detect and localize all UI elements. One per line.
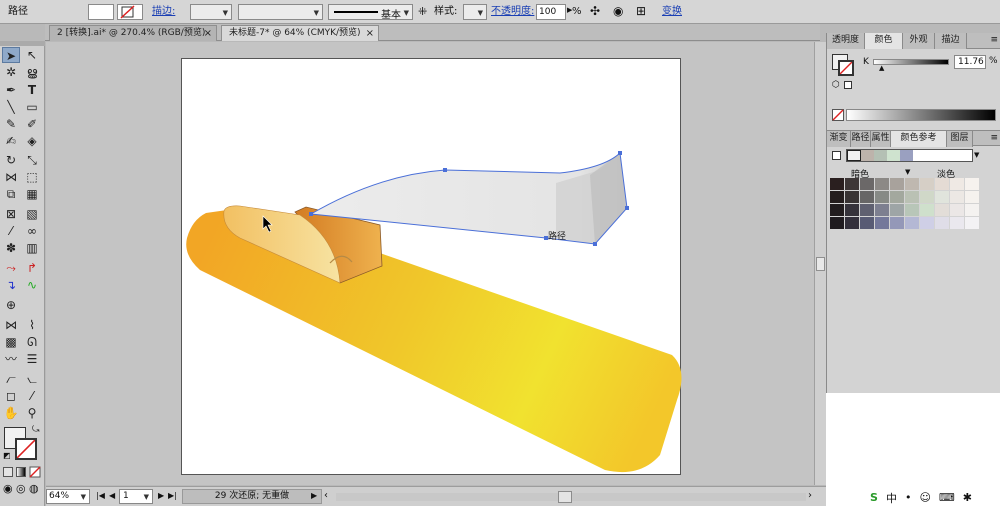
- chevron-down-icon: ▼: [80, 493, 86, 501]
- color-swatch[interactable]: [890, 204, 904, 216]
- k-value-input[interactable]: 11.76: [954, 55, 986, 69]
- color-swatch[interactable]: [950, 204, 964, 216]
- color-swatch[interactable]: [965, 178, 979, 190]
- ime-logo-icon[interactable]: S: [870, 491, 878, 504]
- color-swatch[interactable]: [965, 217, 979, 229]
- panel-menu-icon[interactable]: ≡: [990, 133, 998, 143]
- color-swatch[interactable]: [845, 204, 859, 216]
- color-swatch[interactable]: [875, 204, 889, 216]
- color-guide-swatch-grid: [830, 178, 980, 234]
- guide-panel-tabs: 渐变 路径 属性 颜色参考 图层 ≡: [827, 130, 1000, 147]
- scroll-thumb[interactable]: [816, 257, 825, 271]
- color-swatch[interactable]: [875, 191, 889, 203]
- vertical-scrollbar[interactable]: [814, 42, 826, 485]
- color-swatch[interactable]: [875, 217, 889, 229]
- tab-gradient[interactable]: 渐变: [827, 131, 851, 147]
- zoom-dropdown[interactable]: 64% ▼: [46, 489, 90, 504]
- color-swatch[interactable]: [845, 178, 859, 190]
- chevron-down-icon: ▼: [143, 493, 149, 501]
- first-artboard-icon[interactable]: |◀: [96, 491, 105, 500]
- tab-pathfinder[interactable]: 路径: [851, 131, 871, 147]
- artboard-number: 1: [123, 491, 129, 501]
- harmony-color-strip[interactable]: [846, 149, 973, 162]
- out-of-gamut-icon[interactable]: ⬡: [832, 80, 840, 90]
- color-spectrum-bar[interactable]: [846, 109, 996, 121]
- ime-toolbar[interactable]: S 中 • ☺ ⌨ ✱: [870, 489, 1000, 506]
- color-swatch[interactable]: [935, 191, 949, 203]
- tab-color-guide[interactable]: 颜色参考: [891, 131, 947, 147]
- tab-transparency[interactable]: 透明度: [827, 33, 865, 49]
- color-swatch[interactable]: [920, 178, 934, 190]
- zoom-value: 64%: [49, 491, 70, 501]
- k-unit: %: [989, 56, 998, 66]
- color-swatch[interactable]: [845, 217, 859, 229]
- horizontal-scrollbar[interactable]: [336, 491, 806, 503]
- color-swatch[interactable]: [860, 191, 874, 203]
- color-swatch[interactable]: [905, 191, 919, 203]
- color-swatch[interactable]: [935, 217, 949, 229]
- color-swatch[interactable]: [860, 217, 874, 229]
- tab-attributes[interactable]: 属性: [871, 131, 891, 147]
- k-channel-label: K: [863, 57, 869, 67]
- color-swatch[interactable]: [950, 191, 964, 203]
- color-swatch[interactable]: [890, 217, 904, 229]
- color-swatch[interactable]: [830, 204, 844, 216]
- set-base-color-icon[interactable]: [832, 151, 841, 160]
- color-swatch[interactable]: [890, 191, 904, 203]
- horizontal-scroll-thumb[interactable]: [558, 491, 572, 503]
- color-swatch[interactable]: [965, 204, 979, 216]
- path-tooltip: 路径: [548, 230, 566, 242]
- color-swatch[interactable]: [860, 204, 874, 216]
- color-swatch[interactable]: [950, 217, 964, 229]
- color-stroke-swatch[interactable]: [838, 60, 854, 76]
- none-color-icon[interactable]: [832, 109, 844, 121]
- color-swatch[interactable]: [935, 178, 949, 190]
- color-swatch[interactable]: [890, 178, 904, 190]
- color-swatch[interactable]: [965, 191, 979, 203]
- color-swatch[interactable]: [920, 204, 934, 216]
- last-artboard-icon[interactable]: ▶|: [168, 491, 177, 500]
- ime-mode-icon[interactable]: 中: [886, 490, 897, 506]
- web-safe-icon[interactable]: [844, 81, 852, 89]
- color-swatch[interactable]: [830, 178, 844, 190]
- tab-layers[interactable]: 图层: [947, 131, 973, 147]
- right-panel-dock: 透明度 颜色 外观 描边 ≡ ⬡ K ▲ 11.76 % 渐变 路径 属性 颜色…: [826, 33, 1000, 393]
- previous-artboard-icon[interactable]: ◀: [109, 491, 115, 500]
- scroll-right-icon[interactable]: ›: [808, 490, 812, 501]
- no-stroke-icon: [840, 62, 852, 74]
- harmony-rules-chevron-icon[interactable]: ▼: [974, 151, 979, 159]
- color-swatch[interactable]: [905, 217, 919, 229]
- ime-punctuation-icon[interactable]: •: [905, 491, 912, 504]
- ime-settings-icon[interactable]: ✱: [963, 491, 972, 504]
- tab-color[interactable]: 颜色: [865, 33, 903, 49]
- color-swatch[interactable]: [830, 217, 844, 229]
- color-swatch[interactable]: [905, 178, 919, 190]
- status-bar: 64% ▼ |◀ ◀ 1 ▼ ▶ ▶| 29 次还原; 无重做 ▶ ‹ ›: [46, 486, 826, 506]
- color-swatch[interactable]: [920, 217, 934, 229]
- tab-appearance[interactable]: 外观: [903, 33, 935, 49]
- k-slider-handle-icon[interactable]: ▲: [879, 64, 884, 72]
- variation-menu-icon[interactable]: ▼: [905, 168, 910, 176]
- color-swatch[interactable]: [950, 178, 964, 190]
- status-menu-arrow-icon[interactable]: ▶: [311, 491, 317, 500]
- artboard-number-input[interactable]: 1 ▼: [119, 489, 153, 504]
- color-swatch[interactable]: [935, 204, 949, 216]
- k-slider-track[interactable]: [873, 59, 949, 65]
- scroll-left-icon[interactable]: ‹: [324, 490, 328, 501]
- color-swatch[interactable]: [830, 191, 844, 203]
- color-swatch[interactable]: [905, 204, 919, 216]
- ime-voice-icon[interactable]: ☺: [919, 491, 930, 504]
- status-info: 29 次还原; 无重做: [182, 489, 322, 504]
- color-swatch[interactable]: [875, 178, 889, 190]
- desktop-area: S 中 • ☺ ⌨ ✱: [826, 393, 1000, 506]
- color-swatch[interactable]: [845, 191, 859, 203]
- tab-stroke[interactable]: 描边: [935, 33, 967, 49]
- color-panel-tabs: 透明度 颜色 外观 描边 ≡: [827, 33, 1000, 49]
- next-artboard-icon[interactable]: ▶: [158, 491, 164, 500]
- panel-menu-icon[interactable]: ≡: [990, 35, 998, 45]
- color-swatch[interactable]: [860, 178, 874, 190]
- color-swatch[interactable]: [920, 191, 934, 203]
- ime-keyboard-icon[interactable]: ⌨: [939, 491, 955, 504]
